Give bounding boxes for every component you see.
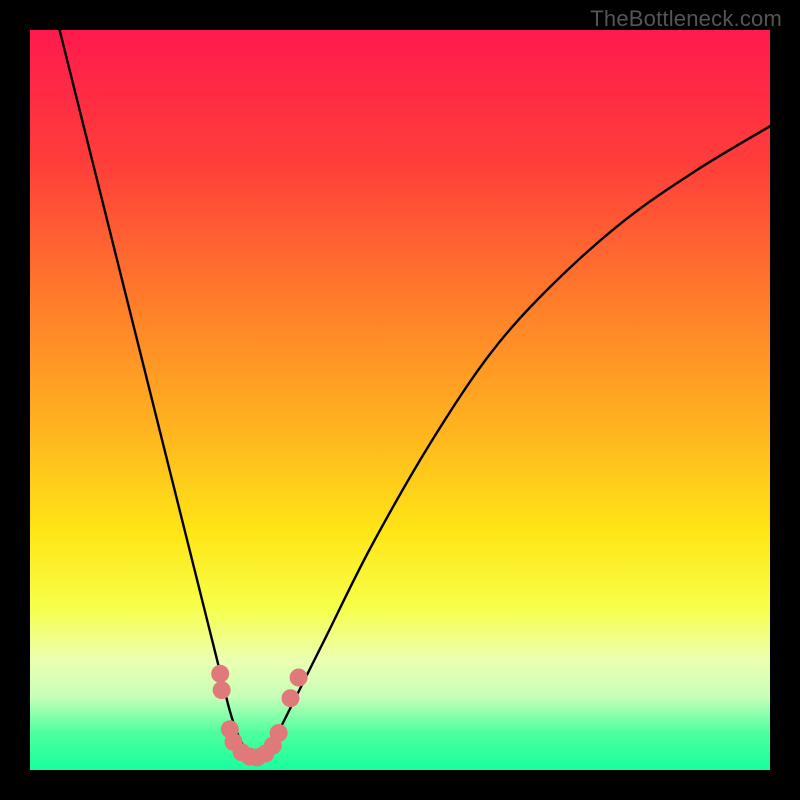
data-marker [213, 681, 231, 699]
data-marker [211, 665, 229, 683]
plot-area [30, 30, 770, 770]
data-marker [290, 669, 308, 687]
frame: TheBottleneck.com [0, 0, 800, 800]
curve-layer [30, 30, 770, 770]
marker-group [211, 665, 307, 767]
bottleneck-curve [60, 30, 770, 756]
data-marker [270, 724, 288, 742]
data-marker [281, 689, 299, 707]
watermark-text: TheBottleneck.com [590, 6, 782, 32]
